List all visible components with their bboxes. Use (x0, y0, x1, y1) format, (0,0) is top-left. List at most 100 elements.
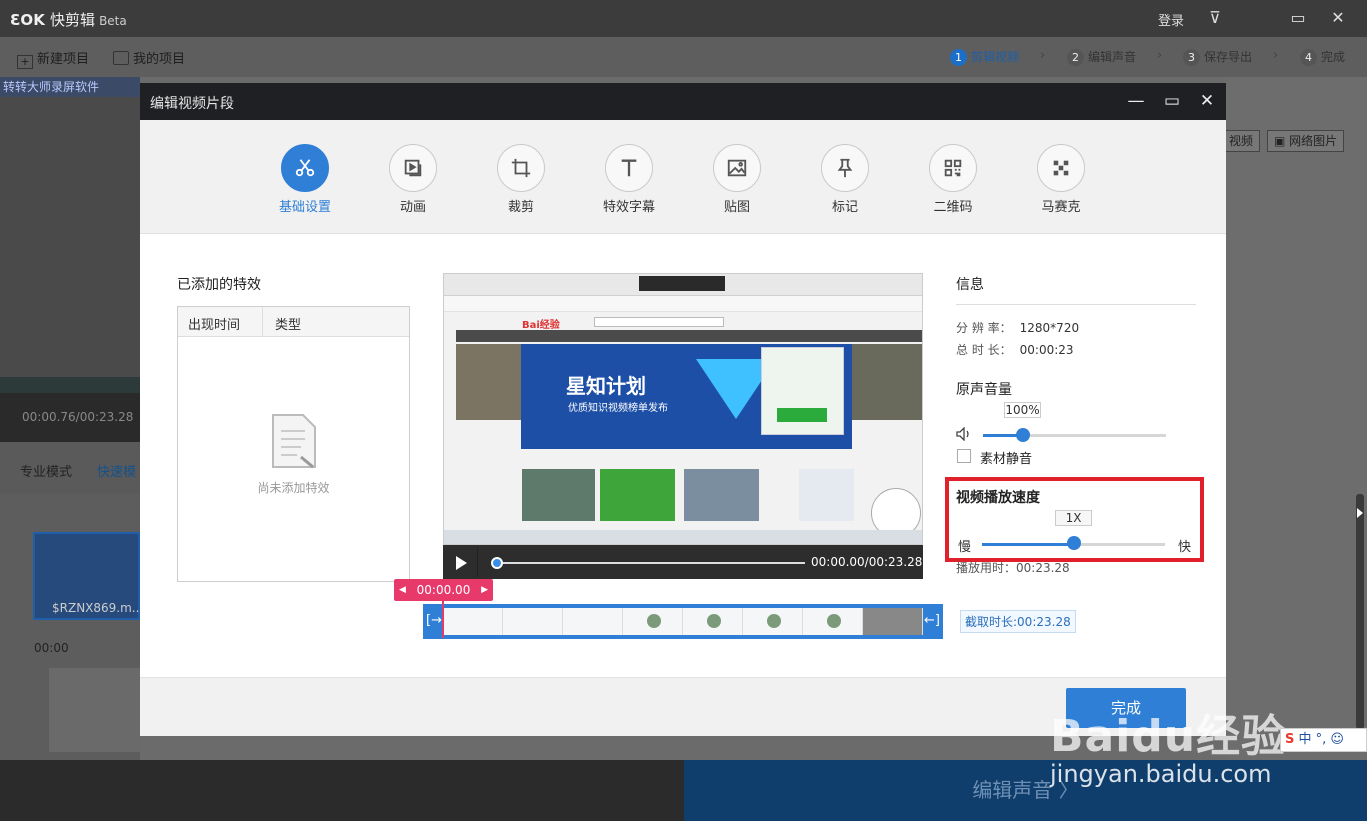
dropdown-menu-icon[interactable]: ⊽ (1204, 8, 1226, 28)
crop-icon (497, 144, 545, 192)
dialog-tab-bar: 基础设置 动画 裁剪 特效字幕 贴图 标记 二维码 马赛克 (140, 120, 1226, 234)
column-type[interactable]: 类型 (275, 314, 301, 333)
app-logo-mark: ƐOK (10, 11, 51, 29)
chevron-right-icon: › (1273, 48, 1279, 63)
tab-label: 马赛克 (1041, 200, 1081, 215)
filmstrip[interactable]: [→ ←] (423, 604, 943, 639)
preview-window-title: 转转大师录屏软件 (0, 77, 140, 97)
mute-label[interactable]: 素材静音 (980, 448, 1032, 467)
info-title: 信息 (956, 277, 984, 293)
app-logo: ƐOK 快剪辑 Beta (10, 9, 127, 30)
preview-taskbar (0, 377, 140, 393)
triangle-left-icon[interactable]: ◀ (399, 579, 406, 601)
step-edit-audio[interactable]: 2 编辑声音 (1067, 48, 1136, 66)
tab-qrcode[interactable]: 二维码 (913, 144, 993, 215)
timecode-marker[interactable]: ◀ 00:00.00 ▶ (394, 579, 493, 601)
my-projects-button[interactable]: 我的项目 (113, 48, 185, 67)
frame-dot (706, 614, 721, 628)
pro-mode-tab[interactable]: 专业模式 (20, 461, 72, 480)
chevron-right-icon: › (1157, 48, 1163, 63)
frame-dot (766, 614, 781, 628)
new-project-label: 新建项目 (37, 52, 90, 67)
tab-basic-settings[interactable]: 基础设置 (265, 144, 345, 215)
speaker-icon[interactable] (956, 427, 972, 441)
seek-bar[interactable] (495, 562, 805, 564)
browser-addressbar (444, 296, 922, 312)
tab-text-effects[interactable]: 特效字幕 (589, 144, 669, 215)
effects-table: 出现时间 类型 尚未添加特效 (177, 306, 410, 582)
tab-markers[interactable]: 标记 (805, 144, 885, 215)
login-link[interactable]: 登录 (1158, 10, 1184, 29)
tab-label: 贴图 (723, 200, 750, 215)
watermark-logo: Baidu经验 (1050, 711, 1287, 762)
frame-dot (826, 614, 841, 628)
frame (623, 608, 683, 635)
trim-start-handle[interactable]: [→ (426, 613, 442, 628)
duration-row: 总 时 长： 00:00:23 (956, 341, 1074, 358)
step-save-export[interactable]: 3 保存导出 (1183, 48, 1252, 66)
ime-logo: S (1285, 732, 1295, 747)
video-button[interactable]: 视频 (1222, 130, 1261, 152)
mute-checkbox[interactable] (957, 449, 971, 463)
close-icon[interactable]: ✕ (1327, 8, 1349, 28)
tab-animation[interactable]: 动画 (373, 144, 453, 215)
banner-title: 星知计划 (566, 374, 646, 398)
tab-label: 裁剪 (507, 200, 534, 215)
my-projects-label: 我的项目 (133, 52, 186, 67)
banner-subtitle: 优质知识视频榜单发布 (568, 403, 668, 414)
trim-end-handle[interactable]: ←] (924, 613, 940, 628)
beta-label: Beta (99, 14, 127, 28)
frame (683, 608, 743, 635)
thumb-2 (600, 469, 675, 521)
step-finish[interactable]: 4 完成 (1300, 48, 1345, 66)
fast-mode-tab[interactable]: 快速模 (97, 461, 136, 480)
seek-handle[interactable] (491, 557, 503, 569)
pin-icon (821, 144, 869, 192)
play-icon[interactable] (456, 556, 467, 570)
scrollbar[interactable] (1356, 494, 1364, 729)
close-icon[interactable]: ✕ (1196, 90, 1218, 112)
resolution-label: 分 辨 率： (956, 321, 1012, 335)
app-title: 快剪辑 (50, 11, 96, 29)
speed-slider-handle[interactable] (1067, 536, 1081, 550)
site-logo: Bai经验 (522, 320, 560, 331)
step-label: 保存导出 (1204, 50, 1253, 64)
watermark-url: jingyan.baidu.com (1050, 760, 1272, 788)
video-preview[interactable]: Bai经验 星知计划 优质知识视频榜单发布 (443, 273, 923, 545)
frame-dot (646, 614, 661, 628)
step-number: 4 (1300, 49, 1317, 66)
column-time[interactable]: 出现时间 (188, 314, 240, 333)
ime-toolbar[interactable]: S 中 °, ☺ (1280, 728, 1367, 752)
step-edit-video[interactable]: 1 剪辑视频 (950, 48, 1019, 66)
step-number: 2 (1067, 49, 1084, 66)
tab-crop[interactable]: 裁剪 (481, 144, 561, 215)
effects-title: 已添加的特效 (177, 277, 261, 293)
minimize-icon[interactable]: — (1125, 90, 1147, 112)
new-project-button[interactable]: + 新建项目 (17, 48, 89, 69)
triangle-right-icon[interactable]: ▶ (481, 579, 488, 601)
step-label: 编辑声音 (1088, 50, 1137, 64)
tab-stickers[interactable]: 贴图 (697, 144, 777, 215)
maximize-icon[interactable]: ▭ (1287, 8, 1309, 28)
step-number: 1 (950, 49, 967, 66)
folder-icon (113, 51, 129, 65)
preview-time: 00:00.76/00:23.28 (22, 410, 134, 424)
volume-slider-handle[interactable] (1016, 428, 1030, 442)
empty-effects-text: 尚未添加特效 (257, 481, 330, 495)
player-time: 00:00.00/00:23.28 (811, 555, 923, 569)
tab-mosaic[interactable]: 马赛克 (1021, 144, 1101, 215)
column-divider (262, 307, 263, 337)
divider (956, 304, 1196, 305)
frame (743, 608, 803, 635)
resolution-row: 分 辨 率： 1280*720 (956, 319, 1079, 336)
stats-card (761, 347, 844, 435)
sticker-icon (713, 144, 761, 192)
speed-slider-fill (982, 543, 1074, 546)
qrcode-icon (929, 144, 977, 192)
scissors-icon (281, 144, 329, 192)
frame (803, 608, 863, 635)
app-titlebar: ƐOK 快剪辑 Beta 登录 ⊽ ▭ ✕ (0, 0, 1367, 37)
recording-bar (639, 276, 725, 291)
web-image-button[interactable]: ▣ 网络图片 (1267, 130, 1345, 152)
maximize-icon[interactable]: ▭ (1161, 90, 1183, 112)
